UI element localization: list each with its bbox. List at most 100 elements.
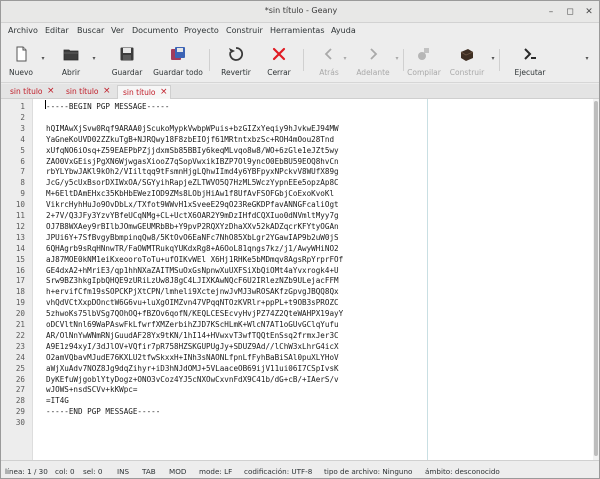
save-button[interactable]: Guardar <box>105 41 149 81</box>
editor-line[interactable]: 17 Srw9BZ3hkgIpbQHQE9zURiLzUw8J8gC4LJIXKA… <box>1 276 593 287</box>
editor-line[interactable]: 6 ZAO0VxGEisjPgXN6WjwgasXiooZ7qSopVwxikIB… <box>1 157 593 168</box>
menu-herramientas[interactable]: Herramientas <box>270 26 325 35</box>
line-text: ZAO0VxGEisjPgXN6WjwgasXiooZ7qSopVwxikIBZ… <box>46 156 339 166</box>
editor-line[interactable]: 13 JPUi6Y+7SfBvgyBbmpinqQw8/5KtOvO6EaNFc7… <box>1 233 593 244</box>
line-number: 6 <box>20 156 25 166</box>
line-text: =IT4G <box>46 396 69 406</box>
line-text: AR/OlNnYwWNmRNjGuudAF28Yx9tKN/1hI14+HVwx… <box>46 330 339 340</box>
arrow-right-icon <box>370 48 378 60</box>
save-all-button[interactable]: Guardar todo <box>151 41 205 81</box>
editor-line[interactable]: 22 AR/OlNnYwWNmRNjGuudAF28Yx9tKN/1hI14+HV… <box>1 331 593 342</box>
editor-line[interactable]: 26 DyKEfuWjgoblYtyDogz+ONO3vCoz4YJ5cNXOwC… <box>1 375 593 386</box>
menu-construir[interactable]: Construir <box>226 26 263 35</box>
menu-archivo[interactable]: Archivo <box>8 26 38 35</box>
line-number: 10 <box>15 200 25 210</box>
editor-line[interactable]: 1 -----BEGIN PGP MESSAGE----- <box>1 102 593 113</box>
minimize-icon[interactable]: – <box>545 6 557 18</box>
menu-editar[interactable]: Editar <box>45 26 69 35</box>
back-dropdown-icon[interactable]: ▾ <box>341 55 349 63</box>
line-text: 2+7V/Q3JFy3YzvYBfeUCqNMg+CL+UctX6OAR2Y9m… <box>46 211 339 220</box>
geany-window: *sin título - Geany – ◻ ✕ Archivo Editar… <box>0 0 600 479</box>
compile-label: Compilar <box>407 68 441 77</box>
editor-area[interactable]: 1 -----BEGIN PGP MESSAGE----- 2 3 hQIMAwXjSv… <box>1 99 599 460</box>
status-scope: ámbito: desconocido <box>425 467 500 476</box>
line-number: 2 <box>20 112 25 122</box>
editor-line[interactable]: 21 oDCVltNnl69WaPAswFkLfwrfXMZerbihZJD7KS… <box>1 320 593 331</box>
editor-line[interactable]: 15 aJ87MOE0kNM1eiKxeooroToTu+ufOIKvWEl X6… <box>1 255 593 266</box>
forward-button[interactable]: Adelante <box>351 41 395 81</box>
line-number: 8 <box>20 178 25 188</box>
line-text: -----END PGP MESSAGE----- <box>46 407 161 417</box>
editor-line[interactable]: 4 YaGneKoUVD02ZZkuTgB+NJRQwy18F8zbEIOjf61… <box>1 135 593 146</box>
editor-line[interactable]: 10 VikrcHyhHuJo9OvDbLx/TXfot9WWvH1xSveeE2… <box>1 200 593 211</box>
editor-line[interactable]: 8 JcG/y5cUxBsorDXIWxOA/SGYyihRapjeZLTWVO5… <box>1 178 593 189</box>
build-button[interactable]: Construir <box>445 41 489 81</box>
line-number: 24 <box>15 352 25 362</box>
window-title: *sin título - Geany <box>264 6 338 15</box>
tab-document-2[interactable]: sin título × <box>61 85 113 99</box>
editor-line[interactable]: 29 -----END PGP MESSAGE----- <box>1 407 593 418</box>
menu-ver[interactable]: Ver <box>111 26 124 35</box>
execute-button[interactable]: Ejecutar <box>509 41 551 81</box>
line-number: 19 <box>15 298 25 308</box>
revert-button[interactable]: Revertir <box>215 41 257 81</box>
editor-line[interactable]: 18 h+ervifCfm19sSOPCKPjXtCPN/lmheli9Xctej… <box>1 287 593 298</box>
close-button[interactable]: Cerrar <box>261 41 297 81</box>
editor-line[interactable]: 19 vhQdVCtXxpDOnctW6G6vu+luXgOIMZvn47VPqq… <box>1 298 593 309</box>
forward-dropdown-icon[interactable]: ▾ <box>393 55 401 63</box>
editor-line[interactable]: 16 GE4dxA2+hMriE3/qp1hhNXaZAITMSuOxGsNpnw… <box>1 266 593 277</box>
line-text: h+ervifCfm19sSOPCKPjXtCPN/lmheli9Xctejnw… <box>46 287 339 297</box>
status-sel: sel: 0 <box>83 467 103 476</box>
forward-label: Adelante <box>356 68 390 77</box>
editor-line[interactable]: 25 aWjXuAdv7NOZ8Jg9dqZihyr+iD3hNJdOMJ+5VL… <box>1 364 593 375</box>
tab-document-1[interactable]: sin título × <box>5 85 57 99</box>
title-bar[interactable]: *sin título - Geany – ◻ ✕ <box>1 1 599 23</box>
menu-ayuda[interactable]: Ayuda <box>331 26 356 35</box>
line-number: 7 <box>20 167 25 177</box>
new-button[interactable]: Nuevo <box>3 41 39 81</box>
editor-line[interactable]: 28 =IT4G <box>1 396 593 407</box>
menu-proyecto[interactable]: Proyecto <box>184 26 219 35</box>
editor-line[interactable]: 24 O2amVQbavMJudE76KXLU2tfwSkxxH+INh3sNAO… <box>1 353 593 364</box>
status-encoding: codificación: UTF-8 <box>244 467 313 476</box>
editor-line[interactable]: 14 6QHAgrb9sRqHNnwTR/FaOWMTRukqYUKdxRg8+A… <box>1 244 593 255</box>
editor-line[interactable]: 2 <box>1 113 593 124</box>
build-dropdown-icon[interactable]: ▾ <box>489 55 497 63</box>
line-text: JcG/y5cUxBsorDXIWxOA/SGYyihRapjeZLTWVO5Q… <box>46 178 339 188</box>
close-window-icon[interactable]: ✕ <box>583 6 595 18</box>
tab-document-3[interactable]: sin título × <box>117 85 171 99</box>
scrollbar-thumb[interactable] <box>594 101 598 456</box>
status-mode: mode: LF <box>199 467 233 476</box>
line-text: M+6EltDAmEHxc35KbHbEWezIOD9ZMs8LObjHiAw1… <box>46 189 335 199</box>
editor-line[interactable]: 23 A9E1z94xyI/3dJlOV+VQfir7pR758HZSKGUPUg… <box>1 342 593 353</box>
line-number: 4 <box>20 134 25 144</box>
status-filetype: tipo de archivo: Ninguno <box>324 467 413 476</box>
line-number: 26 <box>15 374 25 384</box>
editor-line[interactable]: 11 2+7V/Q3JFy3YzvYBfeUCqNMg+CL+UctX6OAR2Y… <box>1 211 593 222</box>
editor-line[interactable]: 5 xUfqNO6iOsq+Z59EAEPbPZjjdxmSb85BBIy6keq… <box>1 146 593 157</box>
compile-icon <box>418 48 429 60</box>
editor-line[interactable]: 30 <box>1 418 593 429</box>
editor-line[interactable]: 9 M+6EltDAmEHxc35KbHbEWezIOD9ZMs8LObjHiAw… <box>1 189 593 200</box>
editor-line[interactable]: 3 hQIMAwXjSvw0Rqf9ARAA0jScukoMypkVwbpWPui… <box>1 124 593 135</box>
new-label: Nuevo <box>8 68 33 77</box>
line-number: 20 <box>15 309 25 319</box>
new-dropdown-icon[interactable]: ▾ <box>39 55 47 63</box>
menu-bar: Archivo Editar Buscar Ver Documento Proy… <box>1 23 599 39</box>
open-button[interactable]: Abrir <box>53 41 89 81</box>
vertical-scrollbar[interactable] <box>593 99 599 460</box>
tab-close-icon[interactable]: × <box>47 85 55 98</box>
editor-line[interactable]: 27 wJOWS+nsdSCVv+kKWpc= <box>1 385 593 396</box>
tab-close-icon[interactable]: × <box>103 85 111 98</box>
status-col: col: 0 <box>55 467 75 476</box>
compile-button[interactable]: Compilar <box>405 41 443 81</box>
menu-buscar[interactable]: Buscar <box>77 26 104 35</box>
maximize-icon[interactable]: ◻ <box>564 6 576 18</box>
menu-documento[interactable]: Documento <box>132 26 178 35</box>
tab-close-icon[interactable]: × <box>160 86 168 99</box>
overflow-dropdown-icon[interactable]: ▾ <box>583 55 591 63</box>
editor-line[interactable]: 7 rbYLYbwJAKl9kOh2/VIiltqq9tFsmnHjgLQhwII… <box>1 167 593 178</box>
open-dropdown-icon[interactable]: ▾ <box>90 55 98 63</box>
editor-line[interactable]: 20 5zhwoKs75lbVSg7QOhOQ+fBZOv6qofN/KEQLCE… <box>1 309 593 320</box>
editor-line[interactable]: 12 OJ7B8WXAey9rBIlbJOmwGEUMRbBb+Y9pvP2RQX… <box>1 222 593 233</box>
